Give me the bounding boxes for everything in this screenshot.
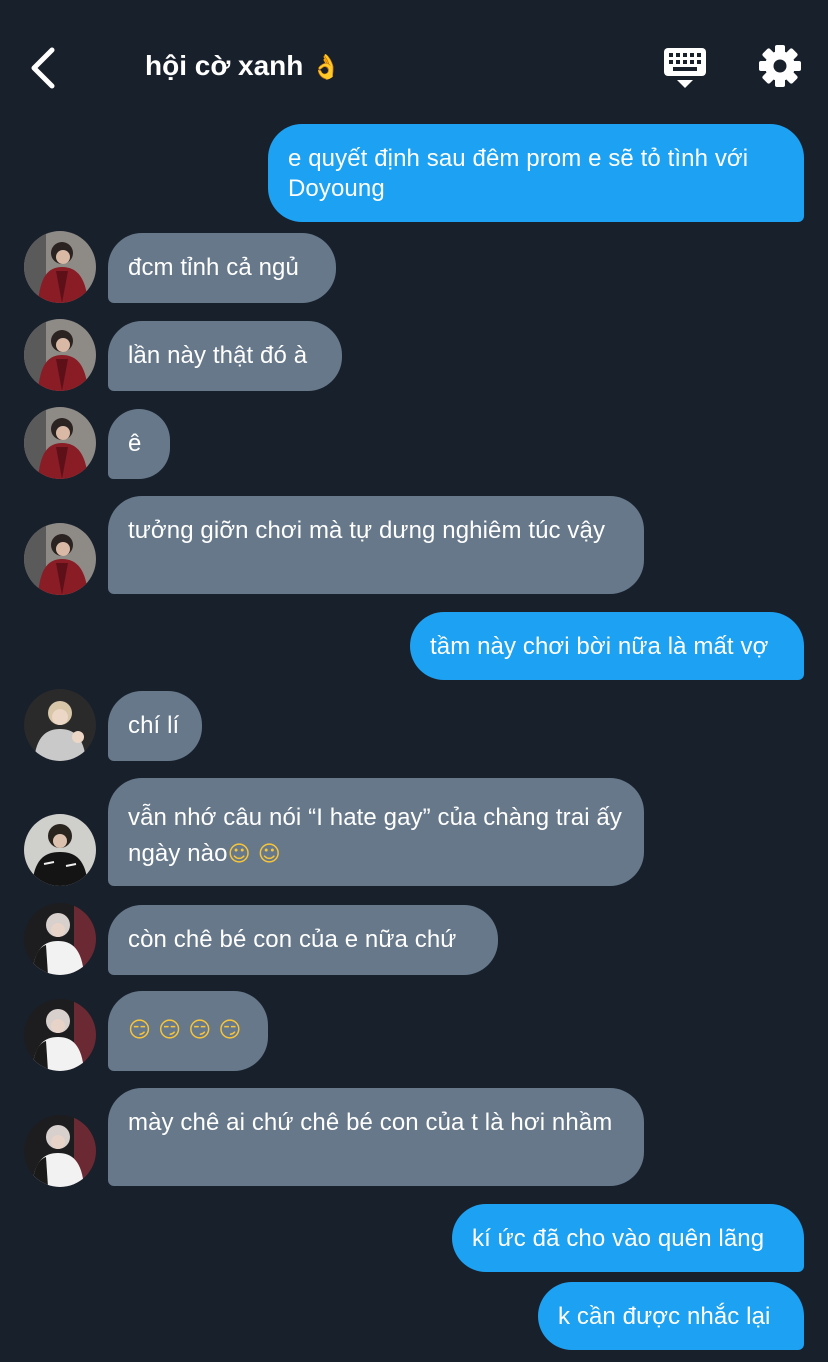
avatar[interactable] — [24, 903, 96, 975]
message-bubble[interactable]: e quyết định sau đêm prom e sẽ tỏ tình v… — [268, 124, 804, 222]
avatar-red-jacket-image — [24, 407, 96, 479]
message-text: mày chê ai chứ chê bé con của t là hơi n… — [128, 1109, 613, 1136]
message-bubble[interactable]: k cần được nhắc lại — [538, 1282, 804, 1350]
avatar[interactable] — [24, 814, 96, 886]
message-text: lần này thật đó à — [128, 342, 308, 369]
avatar-varsity-jacket-image — [24, 903, 96, 975]
message-bubble[interactable]: mày chê ai chứ chê bé con của t là hơi n… — [108, 1088, 644, 1186]
message-bubble[interactable]: còn chê bé con của e nữa chứ — [108, 905, 498, 975]
avatar-grey-hoodie-image — [24, 689, 96, 761]
chat-title: hội cờ xanh 👌 — [145, 50, 341, 82]
avatar-red-jacket-image — [24, 523, 96, 595]
avatar[interactable] — [24, 999, 96, 1071]
message-text: k cần được nhắc lại — [558, 1303, 771, 1330]
avatar[interactable] — [24, 319, 96, 391]
avatar[interactable] — [24, 231, 96, 303]
message-text: kí ức đã cho vào quên lãng — [472, 1225, 765, 1252]
chat-header: hội cờ xanh 👌 — [0, 0, 828, 120]
chat-title-text: hội cờ xanh — [145, 50, 304, 81]
message-text: đcm tỉnh cả ngủ — [128, 254, 299, 281]
message-bubble[interactable]: tầm này chơi bời nữa là mất vợ — [410, 612, 804, 680]
avatar-varsity-jacket-image — [24, 999, 96, 1071]
smirk-emoji: 😏 😏 😏 😏 — [128, 1018, 242, 1043]
message-bubble[interactable]: kí ức đã cho vào quên lãng — [452, 1204, 804, 1272]
message-text: e quyết định sau đêm prom e sẽ tỏ tình v… — [288, 145, 749, 202]
keyboard-button[interactable] — [662, 46, 708, 90]
message-bubble[interactable]: chí lí — [108, 691, 202, 761]
message-text: tầm này chơi bời nữa là mất vợ — [430, 633, 769, 660]
smiling-emoji: ☺ ☺ — [227, 842, 281, 867]
message-bubble[interactable]: ê — [108, 409, 170, 479]
message-text: chí lí — [128, 712, 180, 739]
message-text: vẫn nhớ câu nói “I hate gay” của chàng t… — [128, 804, 622, 867]
message-text: tưởng giỡn chơi mà tự dưng nghiêm túc vậ… — [128, 517, 606, 544]
avatar-varsity-jacket-image — [24, 1115, 96, 1187]
message-bubble[interactable]: lần này thật đó à — [108, 321, 342, 391]
avatar-black-jacket-image — [24, 814, 96, 886]
gear-icon — [759, 45, 801, 87]
message-text: còn chê bé con của e nữa chứ — [128, 926, 457, 953]
message-bubble[interactable]: đcm tỉnh cả ngủ — [108, 233, 336, 303]
message-bubble[interactable]: vẫn nhớ câu nói “I hate gay” của chàng t… — [108, 778, 644, 886]
avatar-red-jacket-image — [24, 231, 96, 303]
chevron-left-icon — [31, 47, 55, 89]
avatar[interactable] — [24, 689, 96, 761]
message-bubble[interactable]: 😏 😏 😏 😏 — [108, 991, 268, 1071]
keyboard-icon — [664, 48, 706, 88]
avatar[interactable] — [24, 523, 96, 595]
ok-hand-emoji: 👌 — [311, 53, 342, 81]
message-bubble[interactable]: tưởng giỡn chơi mà tự dưng nghiêm túc vậ… — [108, 496, 644, 594]
back-button[interactable] — [24, 44, 68, 92]
settings-button[interactable] — [758, 44, 802, 88]
avatar-red-jacket-image — [24, 319, 96, 391]
message-text: ê — [128, 430, 142, 457]
avatar[interactable] — [24, 407, 96, 479]
avatar[interactable] — [24, 1115, 96, 1187]
